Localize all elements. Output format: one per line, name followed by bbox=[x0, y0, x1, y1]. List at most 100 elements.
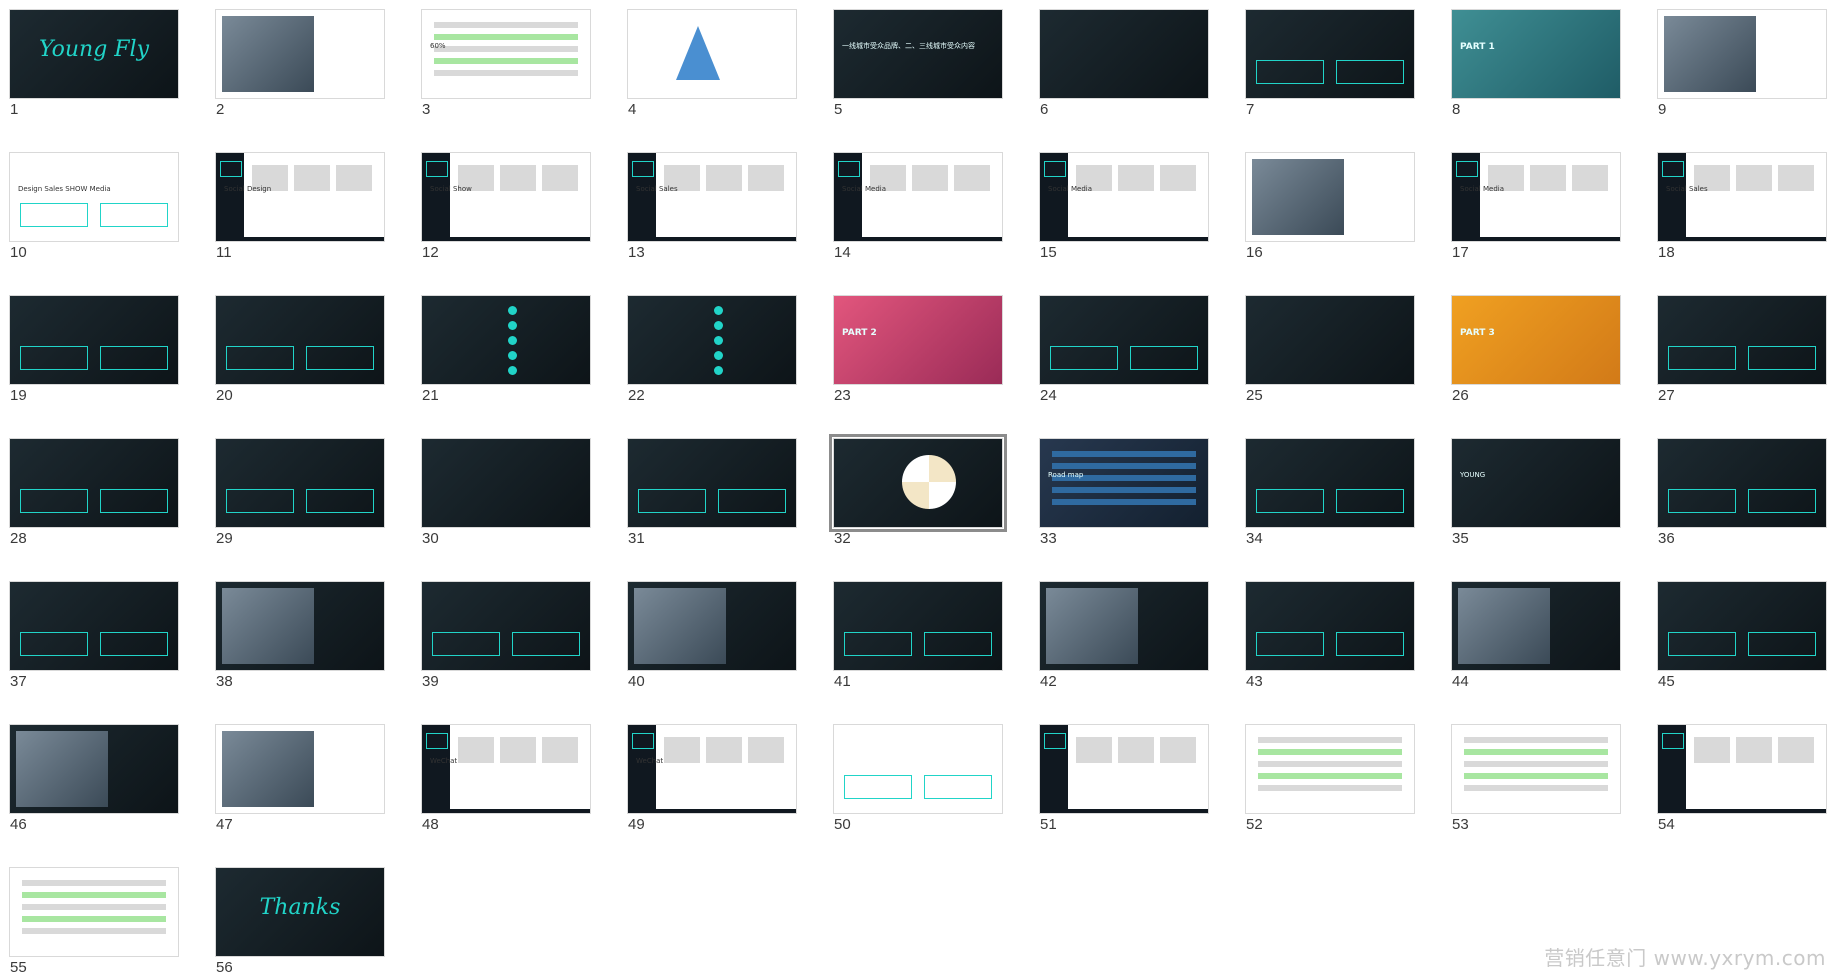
slide-number: 10 bbox=[10, 244, 27, 261]
slide-text: Social Media bbox=[1048, 185, 1093, 193]
slide-thumbnail-23[interactable]: PART 2 bbox=[833, 295, 1003, 385]
slide-thumbnail-50[interactable] bbox=[833, 724, 1003, 814]
slide-thumbnail-30[interactable] bbox=[421, 438, 591, 528]
slide-thumbnail-41[interactable] bbox=[833, 581, 1003, 671]
slide-thumbnail-29[interactable] bbox=[215, 438, 385, 528]
slide-text-frame bbox=[1256, 489, 1324, 513]
slide-number: 53 bbox=[1452, 816, 1469, 833]
slide-text: 60% bbox=[430, 42, 446, 50]
slide-number: 15 bbox=[1040, 244, 1057, 261]
slide-thumbnail-34[interactable] bbox=[1245, 438, 1415, 528]
slide-thumbnail-27[interactable] bbox=[1657, 295, 1827, 385]
slide-thumbnail-56[interactable]: Thanks bbox=[215, 867, 385, 957]
slide-text-frame bbox=[226, 346, 294, 370]
slide-number: 51 bbox=[1040, 816, 1057, 833]
slide-thumbnail-10[interactable]: Design Sales SHOW Media bbox=[9, 152, 179, 242]
slide-number: 41 bbox=[834, 673, 851, 690]
slide-text-frame bbox=[844, 775, 912, 799]
slide-number: 16 bbox=[1246, 244, 1263, 261]
slide-thumbnail-22[interactable] bbox=[627, 295, 797, 385]
slide-thumbnail-1[interactable]: Young Fly bbox=[9, 9, 179, 99]
slide-thumbnail-14[interactable]: Social Media bbox=[833, 152, 1003, 242]
slide-footer-bar bbox=[628, 809, 796, 813]
slide-thumbnail-51[interactable] bbox=[1039, 724, 1209, 814]
slide-thumbnail-32[interactable] bbox=[829, 434, 1007, 532]
slide-thumbnail-53[interactable] bbox=[1451, 724, 1621, 814]
slide-thumbnail-7[interactable] bbox=[1245, 9, 1415, 99]
slide-thumbnail-31[interactable] bbox=[627, 438, 797, 528]
slide-thumbnail-24[interactable] bbox=[1039, 295, 1209, 385]
slide-thumbnail-40[interactable] bbox=[627, 581, 797, 671]
slide-thumbnail-46[interactable] bbox=[9, 724, 179, 814]
slide-photo bbox=[16, 731, 108, 807]
slide-step-dot bbox=[508, 321, 517, 330]
slide-thumbnail-5[interactable]: 一线城市受众品牌、二、三线城市受众内容 bbox=[833, 9, 1003, 99]
slide-text-frame bbox=[924, 632, 992, 656]
slide-label-frame bbox=[1044, 733, 1066, 749]
slide-text-frame bbox=[20, 203, 88, 227]
slide-thumbnail-28[interactable] bbox=[9, 438, 179, 528]
slide-thumbnail-4[interactable] bbox=[627, 9, 797, 99]
slide-thumbnail-16[interactable] bbox=[1245, 152, 1415, 242]
slide-thumbnail-47[interactable] bbox=[215, 724, 385, 814]
slide-table-row bbox=[1464, 749, 1608, 755]
slide-photo bbox=[222, 731, 314, 807]
slide-image-placeholder bbox=[1736, 737, 1772, 763]
slide-text-frame bbox=[1336, 489, 1404, 513]
slide-thumbnail-9[interactable] bbox=[1657, 9, 1827, 99]
slide-number: 47 bbox=[216, 816, 233, 833]
slide-thumbnail-52[interactable] bbox=[1245, 724, 1415, 814]
slide-thumbnail-13[interactable]: Social Sales bbox=[627, 152, 797, 242]
slide-thumbnail-54[interactable] bbox=[1657, 724, 1827, 814]
slide-thumbnail-6[interactable] bbox=[1039, 9, 1209, 99]
slide-step-dot bbox=[714, 336, 723, 345]
slide-thumbnail-8[interactable]: PART 1 bbox=[1451, 9, 1621, 99]
slide-thumbnail-44[interactable] bbox=[1451, 581, 1621, 671]
slide-thumbnail-55[interactable] bbox=[9, 867, 179, 957]
slide-label-frame bbox=[632, 161, 654, 177]
slide-table-row bbox=[1258, 749, 1402, 755]
slide-thumbnail-15[interactable]: Social Media bbox=[1039, 152, 1209, 242]
slide-thumbnail-19[interactable] bbox=[9, 295, 179, 385]
slide-thumbnail-36[interactable] bbox=[1657, 438, 1827, 528]
slide-photo bbox=[1458, 588, 1550, 664]
slide-thumbnail-37[interactable] bbox=[9, 581, 179, 671]
slide-sorter-grid: Young Fly 1 2 60% 3 4 一线城市受众品牌、二、三线城市受众内容 5 6 7 PA… bbox=[0, 0, 1836, 979]
slide-label-frame bbox=[1662, 161, 1684, 177]
slide-thumbnail-3[interactable]: 60% bbox=[421, 9, 591, 99]
slide-thumbnail-18[interactable]: Social Sales bbox=[1657, 152, 1827, 242]
slide-thumbnail-11[interactable]: Social Design bbox=[215, 152, 385, 242]
slide-image-placeholder bbox=[1694, 737, 1730, 763]
slide-text-frame bbox=[1748, 489, 1816, 513]
slide-number: 50 bbox=[834, 816, 851, 833]
slide-thumbnail-45[interactable] bbox=[1657, 581, 1827, 671]
slide-thumbnail-42[interactable] bbox=[1039, 581, 1209, 671]
slide-thumbnail-21[interactable] bbox=[421, 295, 591, 385]
slide-thumbnail-20[interactable] bbox=[215, 295, 385, 385]
slide-thumbnail-48[interactable]: WeChat bbox=[421, 724, 591, 814]
slide-thumbnail-35[interactable]: YOUNG bbox=[1451, 438, 1621, 528]
slide-table-row bbox=[1258, 761, 1402, 767]
slide-thumbnail-17[interactable]: Social Media bbox=[1451, 152, 1621, 242]
slide-number: 48 bbox=[422, 816, 439, 833]
slide-thumbnail-12[interactable]: Social Show bbox=[421, 152, 591, 242]
slide-thumbnail-33[interactable]: Road map bbox=[1039, 438, 1209, 528]
slide-thumbnail-2[interactable] bbox=[215, 9, 385, 99]
slide-thumbnail-38[interactable] bbox=[215, 581, 385, 671]
slide-text: Social Media bbox=[842, 185, 887, 193]
slide-thumbnail-39[interactable] bbox=[421, 581, 591, 671]
slide-text-frame bbox=[1130, 346, 1198, 370]
slide-text-frame bbox=[432, 632, 500, 656]
slide-thumbnail-25[interactable] bbox=[1245, 295, 1415, 385]
slide-number: 1 bbox=[10, 101, 19, 118]
slide-thumbnail-43[interactable] bbox=[1245, 581, 1415, 671]
slide-label-frame bbox=[1456, 161, 1478, 177]
slide-footer-bar bbox=[1040, 809, 1208, 813]
slide-photo bbox=[222, 588, 314, 664]
slide-number: 27 bbox=[1658, 387, 1675, 404]
slide-thumbnail-49[interactable]: WeChat bbox=[627, 724, 797, 814]
slide-step-dot bbox=[714, 351, 723, 360]
slide-thumbnail-26[interactable]: PART 3 bbox=[1451, 295, 1621, 385]
slide-number: 25 bbox=[1246, 387, 1263, 404]
slide-table-row bbox=[434, 34, 578, 40]
